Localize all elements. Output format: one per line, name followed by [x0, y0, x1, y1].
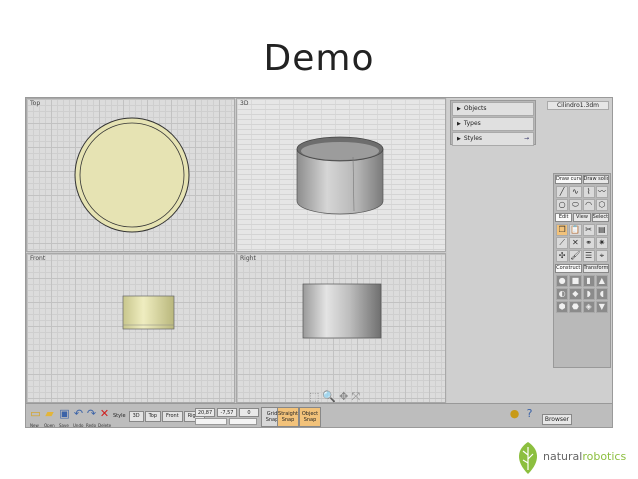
browser-row-styles[interactable]: ▶ Styles →	[452, 132, 534, 146]
straight-snap-button[interactable]: Straight Snap	[277, 407, 299, 427]
coord-input-bar-2[interactable]	[229, 418, 257, 425]
redo-icon[interactable]: ↷	[85, 407, 98, 420]
freeform-tool-icon[interactable]: 〰	[595, 186, 608, 198]
properties-tool-icon[interactable]: ▤	[595, 224, 608, 236]
layers-tool-icon[interactable]: ☰	[582, 250, 595, 262]
brush-tool-icon[interactable]: 🖌	[569, 250, 582, 262]
join-tool-icon[interactable]: ⚭	[582, 237, 595, 249]
coord-y-field[interactable]: -7,57	[217, 408, 237, 417]
bottom-toolbar: ▭ New ▰ Open ▣ Save ↶ Undo ↷ Redo ✕ Dele…	[26, 403, 612, 427]
cut-tool-icon[interactable]: ✂	[582, 224, 595, 236]
coord-input-bar-1[interactable]	[195, 418, 227, 425]
polyline-tool-icon[interactable]: ⌇	[582, 186, 595, 198]
open-folder-icon[interactable]: ▰	[43, 407, 56, 420]
curve-tool-icon[interactable]: ∿	[569, 186, 582, 198]
tab-select[interactable]: Select	[591, 213, 609, 222]
expand-arrow-icon: ▶	[457, 136, 461, 142]
new-file-icon[interactable]: ▭	[29, 407, 42, 420]
side-panel: ▶ Objects ▶ Types ▶ Styles → Cilindro1.3dm …	[447, 98, 612, 403]
delete-icon[interactable]: ✕	[98, 407, 111, 420]
fit-view-icon[interactable]: ⤧	[351, 390, 360, 404]
help-icon[interactable]: ?	[523, 407, 536, 420]
sphere-tool-icon[interactable]: ●	[556, 275, 569, 287]
browser-row-types[interactable]: ▶ Types	[452, 117, 534, 131]
copy-tool-icon[interactable]: ❐	[556, 224, 569, 236]
viewport-3d[interactable]: 3D	[236, 98, 446, 252]
style-3d-button[interactable]: 3D	[128, 411, 144, 422]
tab-edit[interactable]: Edit	[555, 213, 573, 222]
viewport-right[interactable]: Right	[236, 253, 446, 403]
style-top-button[interactable]: Top	[144, 411, 162, 422]
leaf-logo-icon	[518, 442, 538, 474]
view-navigation-icons: ⬚ 🔍 ✥ ⤧	[309, 390, 360, 404]
trim-tool-icon[interactable]: ✕	[569, 237, 582, 249]
viewport-front[interactable]: Front	[26, 253, 235, 403]
extrude-tool-icon[interactable]: ▲	[595, 275, 608, 287]
file-name-label: Cilindro1.3dm	[547, 101, 609, 110]
zoom-icon[interactable]: 🔍	[322, 390, 336, 404]
boolean-diff-icon[interactable]: ⬣	[569, 301, 582, 313]
save-icon[interactable]: ▣	[58, 407, 71, 420]
logo-wordmark: naturalrobotics	[543, 450, 627, 463]
style-label: Style	[113, 413, 126, 419]
right-view-cylinder	[302, 283, 382, 339]
natural-robotics-logo: naturalrobotics	[515, 440, 635, 476]
move-tool-icon[interactable]: ✣	[556, 250, 569, 262]
tab-draw-curve[interactable]: Draw curve	[555, 175, 582, 184]
right-cylinder-body	[302, 283, 382, 339]
explode-tool-icon[interactable]: ✷	[595, 237, 608, 249]
circle-tool-icon[interactable]: ○	[556, 199, 569, 211]
tab-draw-solid[interactable]: Draw solid	[582, 175, 609, 184]
view-style-group: Style 3D Top Front Right	[113, 411, 205, 422]
tab-construct[interactable]: Construct	[555, 264, 582, 273]
boolean-intersect-icon[interactable]: ◈	[582, 301, 595, 313]
expand-arrow-icon: ▶	[457, 106, 461, 112]
modeling-app-window: Top 3D Front Right ⬚ 🔍 ✥ ⤧ ▶ Objects ▶ T…	[25, 97, 613, 428]
front-view-cylinder	[122, 295, 175, 330]
ellipse-tool-icon[interactable]: ⬭	[569, 199, 582, 211]
coord-x-field[interactable]: 20,87	[195, 408, 215, 417]
zoom-window-icon[interactable]: ⬚	[309, 390, 319, 404]
paste-tool-icon[interactable]: 📋	[569, 224, 582, 236]
polygon-tool-icon[interactable]: ⬡	[595, 199, 608, 211]
top-view-cylinder	[74, 117, 190, 233]
fillet-tool-icon[interactable]: ◖	[595, 288, 608, 300]
expand-arrow-icon: ▶	[457, 121, 461, 127]
cylinder-outer-circle	[74, 117, 190, 233]
pan-icon[interactable]: ✥	[339, 390, 348, 404]
style-front-button[interactable]: Front	[162, 411, 183, 422]
object-snap-button[interactable]: Object Snap	[299, 407, 321, 427]
lightbulb-icon[interactable]: ●	[508, 407, 521, 420]
snap-tool-icon[interactable]: ⌖	[595, 250, 608, 262]
tool-palette: Draw curve Draw solid ╱ ∿ ⌇ 〰 ○ ⬭ ◠ ⬡ Ed…	[553, 173, 611, 368]
cylinder-tool-icon[interactable]: ▮	[582, 275, 595, 287]
split-tool-icon[interactable]: ⟋	[556, 237, 569, 249]
viewport-top[interactable]: Top	[26, 98, 235, 252]
loft-tool-icon[interactable]: ◆	[569, 288, 582, 300]
slide-title: Demo	[263, 38, 375, 79]
arc-tool-icon[interactable]: ◠	[582, 199, 595, 211]
browser-button[interactable]: Browser	[542, 414, 572, 425]
sweep-tool-icon[interactable]: ◗	[582, 288, 595, 300]
browser-row-objects[interactable]: ▶ Objects	[452, 102, 534, 116]
browser-list: ▶ Objects ▶ Types ▶ Styles →	[450, 100, 536, 146]
front-cylinder-body	[122, 295, 175, 330]
arrow-right-icon: →	[523, 135, 529, 142]
tab-view[interactable]: View	[573, 213, 591, 222]
undo-icon[interactable]: ↶	[72, 407, 85, 420]
boolean-union-icon[interactable]: ⬢	[556, 301, 569, 313]
box-tool-icon[interactable]: ■	[569, 275, 582, 287]
line-tool-icon[interactable]: ╱	[556, 186, 569, 198]
cylinder-inner-wall	[301, 142, 379, 160]
tab-transform[interactable]: Transform	[582, 264, 609, 273]
perspective-cylinder	[296, 136, 384, 215]
revolve-tool-icon[interactable]: ◐	[556, 288, 569, 300]
shell-tool-icon[interactable]: ▼	[595, 301, 608, 313]
coord-z-field[interactable]: 0	[239, 408, 259, 417]
